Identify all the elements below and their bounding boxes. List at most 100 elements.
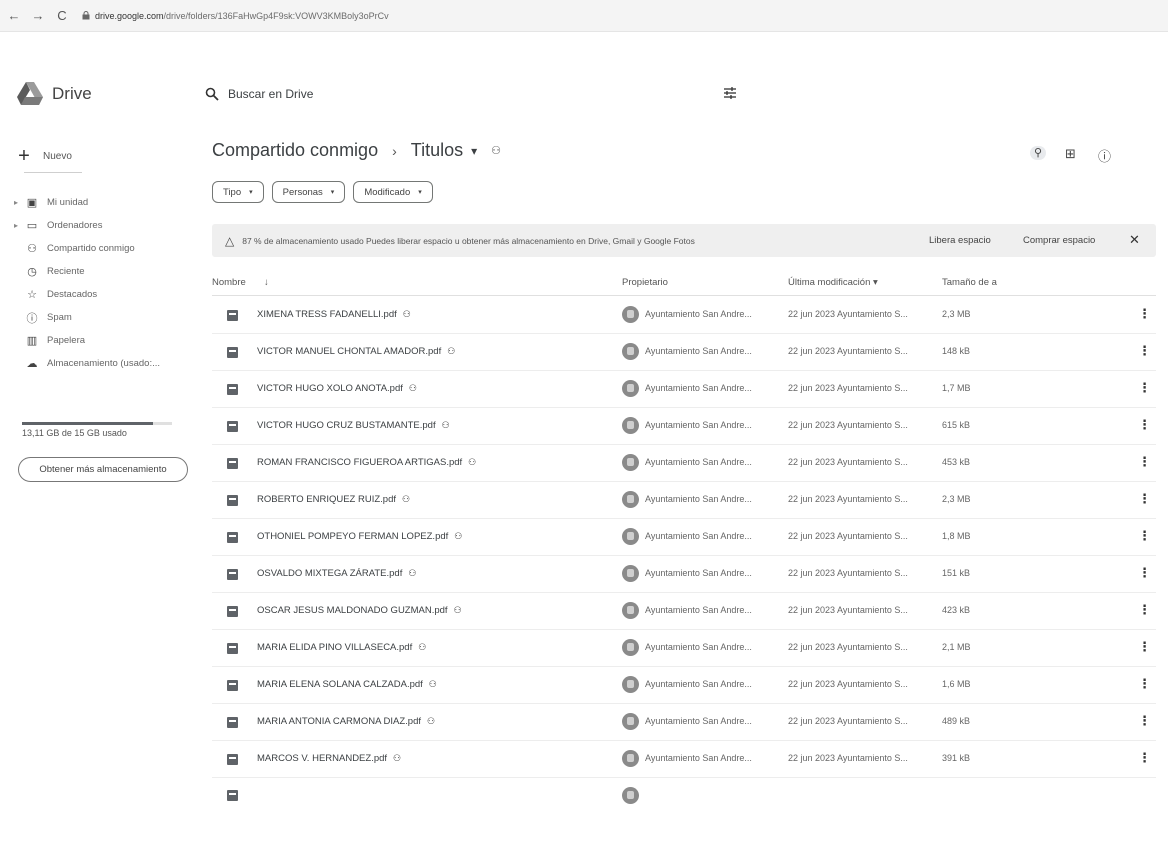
more-actions-icon[interactable]: ⋮ <box>1138 454 1151 470</box>
more-actions-icon[interactable]: ⋮ <box>1138 565 1151 581</box>
file-name-text: VICTOR HUGO CRUZ BUSTAMANTE.pdf <box>257 420 436 431</box>
more-actions-icon[interactable]: ⋮ <box>1138 306 1151 322</box>
clock-icon: ◷ <box>27 266 37 278</box>
expand-arrow-icon[interactable]: ▸ <box>14 221 24 230</box>
file-owner: Ayuntamiento San Andre... <box>645 309 752 319</box>
filter-people-chip[interactable]: Personas ▾ <box>271 181 346 203</box>
sort-arrow-icon[interactable]: ↓ <box>264 277 269 288</box>
address-bar[interactable]: drive.google.com/drive/folders/136FaHwGp… <box>82 11 389 21</box>
search-input[interactable]: Buscar en Drive <box>228 87 313 101</box>
sidebar-item-trash[interactable]: ▥ Papelera <box>14 329 194 352</box>
shared-icon: ⚇ <box>428 679 437 689</box>
table-row[interactable]: OSVALDO MIXTEGA ZÁRATE.pdf ⚇ Ayuntamiento … <box>212 556 1156 593</box>
table-row[interactable]: VICTOR HUGO CRUZ BUSTAMANTE.pdf ⚇ Ayuntami… <box>212 408 1156 445</box>
table-row-partial[interactable] <box>212 778 1156 804</box>
table-row[interactable]: OSCAR JESUS MALDONADO GUZMAN.pdf ⚇ Ayuntam… <box>212 593 1156 630</box>
expand-arrow-icon[interactable]: ▸ <box>14 198 24 207</box>
plus-icon: + <box>18 144 30 167</box>
get-more-storage-button[interactable]: Obtener más almacenamiento <box>18 457 188 482</box>
search-options-icon[interactable] <box>723 86 737 100</box>
sidebar-item-spam[interactable]: ⓘ Spam <box>14 306 194 329</box>
more-actions-icon[interactable]: ⋮ <box>1138 713 1151 729</box>
sidebar-item-label: Ordenadores <box>47 220 103 231</box>
more-actions-icon[interactable]: ⋮ <box>1138 528 1151 544</box>
column-name[interactable]: Nombre <box>212 277 246 288</box>
table-row[interactable]: VICTOR MANUEL CHONTAL AMADOR.pdf ⚇ Ayuntam… <box>212 334 1156 371</box>
file-modified: 22 jun 2023 Ayuntamiento S... <box>788 753 908 763</box>
file-size: 489 kB <box>942 716 971 726</box>
file-modified: 22 jun 2023 Ayuntamiento S... <box>788 568 908 578</box>
back-button[interactable]: ← <box>4 8 24 23</box>
file-name: MARIA ELIDA PINO VILLASECA.pdf ⚇ <box>257 642 426 653</box>
reload-button[interactable]: C <box>52 8 72 23</box>
column-owner[interactable]: Propietario <box>622 277 668 288</box>
filter-toggle-icon[interactable]: ⚲ <box>1030 146 1046 160</box>
table-row[interactable]: XIMENA TRESS FADANELLI.pdf ⚇ Ayuntamiento … <box>212 297 1156 334</box>
more-actions-icon[interactable]: ⋮ <box>1138 602 1151 618</box>
shared-icon: ⚇ <box>393 753 402 763</box>
file-size: 1,7 MB <box>942 383 971 393</box>
breadcrumb-root[interactable]: Compartido conmigo <box>212 140 378 161</box>
sidebar-item-label: Spam <box>47 312 72 323</box>
filter-type-chip[interactable]: Tipo ▾ <box>212 181 264 203</box>
chip-label: Modificado <box>364 186 411 198</box>
sidebar-item-computers[interactable]: ▸ ▭ Ordenadores <box>14 214 194 237</box>
filter-modified-chip[interactable]: Modificado ▾ <box>353 181 433 203</box>
sidebar-item-storage[interactable]: ☁ Almacenamiento (usado:... <box>14 352 194 375</box>
url-host: drive.google.com <box>95 10 164 21</box>
sidebar-item-label: Almacenamiento (usado:... <box>47 358 161 369</box>
chevron-right-icon: › <box>392 142 397 159</box>
table-row[interactable]: MARIA ELENA SOLANA CALZADA.pdf ⚇ Ayuntamie… <box>212 667 1156 704</box>
more-actions-icon[interactable]: ⋮ <box>1138 639 1151 655</box>
close-icon[interactable]: ✕ <box>1129 232 1140 248</box>
more-actions-icon[interactable]: ⋮ <box>1138 676 1151 692</box>
file-modified: 22 jun 2023 Ayuntamiento S... <box>788 679 908 689</box>
table-row[interactable]: MARCOS V. HERNANDEZ.pdf ⚇ Ayuntamiento San… <box>212 741 1156 778</box>
table-row[interactable]: ROBERTO ENRIQUEZ RUIZ.pdf ⚇ Ayuntamiento S… <box>212 482 1156 519</box>
sidebar-item-starred[interactable]: ☆ Destacados <box>14 283 194 306</box>
more-actions-icon[interactable]: ⋮ <box>1138 343 1151 359</box>
table-row[interactable]: VICTOR HUGO XOLO ANOTA.pdf ⚇ Ayuntamiento … <box>212 371 1156 408</box>
table-row[interactable]: OTHONIEL POMPEYO FERMAN LOPEZ.pdf ⚇ Ayunta… <box>212 519 1156 556</box>
more-actions-icon[interactable]: ⋮ <box>1138 491 1151 507</box>
folder-menu-caret-icon[interactable]: ▾ <box>471 144 477 158</box>
breadcrumb-current[interactable]: Titulos <box>411 140 463 161</box>
buy-storage-button[interactable]: Comprar espacio <box>1023 235 1095 246</box>
computers-icon: ▭ <box>26 220 38 232</box>
sidebar-item-my-drive[interactable]: ▸ ▣ Mi unidad <box>14 191 194 214</box>
free-space-button[interactable]: Libera espacio <box>929 235 991 246</box>
file-name-text: ROBERTO ENRIQUEZ RUIZ.pdf <box>257 494 397 505</box>
chevron-down-icon: ▾ <box>330 189 335 196</box>
file-modified: 22 jun 2023 Ayuntamiento S... <box>788 383 908 393</box>
more-actions-icon[interactable]: ⋮ <box>1138 750 1151 766</box>
file-size: 2,3 MB <box>942 309 971 319</box>
owner-avatar <box>622 417 639 434</box>
file-modified: 22 jun 2023 Ayuntamiento S... <box>788 420 908 430</box>
drive-logo[interactable]: Drive <box>17 82 92 105</box>
search-bar[interactable]: Buscar en Drive <box>205 80 745 108</box>
info-icon[interactable]: ⓘ <box>1098 146 1111 165</box>
table-row[interactable]: MARIA ANTONIA CARMONA DIAZ.pdf ⚇ Ayuntamie… <box>212 704 1156 741</box>
file-modified: 22 jun 2023 Ayuntamiento S... <box>788 457 908 467</box>
new-button[interactable]: + Nuevo <box>15 141 105 171</box>
shared-icon: ⚇ <box>27 243 37 255</box>
file-name: OSCAR JESUS MALDONADO GUZMAN.pdf ⚇ <box>257 605 462 616</box>
sidebar-item-recent[interactable]: ◷ Reciente <box>14 260 194 283</box>
new-divider <box>24 172 82 173</box>
sidebar-item-shared[interactable]: ⚇ Compartido conmigo <box>14 237 194 260</box>
more-actions-icon[interactable]: ⋮ <box>1138 417 1151 433</box>
file-modified: 22 jun 2023 Ayuntamiento S... <box>788 605 908 615</box>
forward-button[interactable]: → <box>28 8 48 23</box>
column-modified[interactable]: Última modificación ▾ <box>788 277 878 288</box>
pdf-file-icon <box>227 643 238 654</box>
owner-avatar <box>622 306 639 323</box>
new-button-label: Nuevo <box>43 150 72 162</box>
table-row[interactable]: MARIA ELIDA PINO VILLASECA.pdf ⚇ Ayuntamie… <box>212 630 1156 667</box>
more-actions-icon[interactable]: ⋮ <box>1138 380 1151 396</box>
column-size[interactable]: Tamaño de a <box>942 277 997 288</box>
grid-view-icon[interactable]: ⊞ <box>1065 146 1076 162</box>
shared-icon: ⚇ <box>418 642 427 652</box>
file-name: OSVALDO MIXTEGA ZÁRATE.pdf ⚇ <box>257 568 416 579</box>
owner-avatar <box>622 639 639 656</box>
table-row[interactable]: ROMAN FRANCISCO FIGUEROA ARTIGAS.pdf ⚇ Ayu… <box>212 445 1156 482</box>
